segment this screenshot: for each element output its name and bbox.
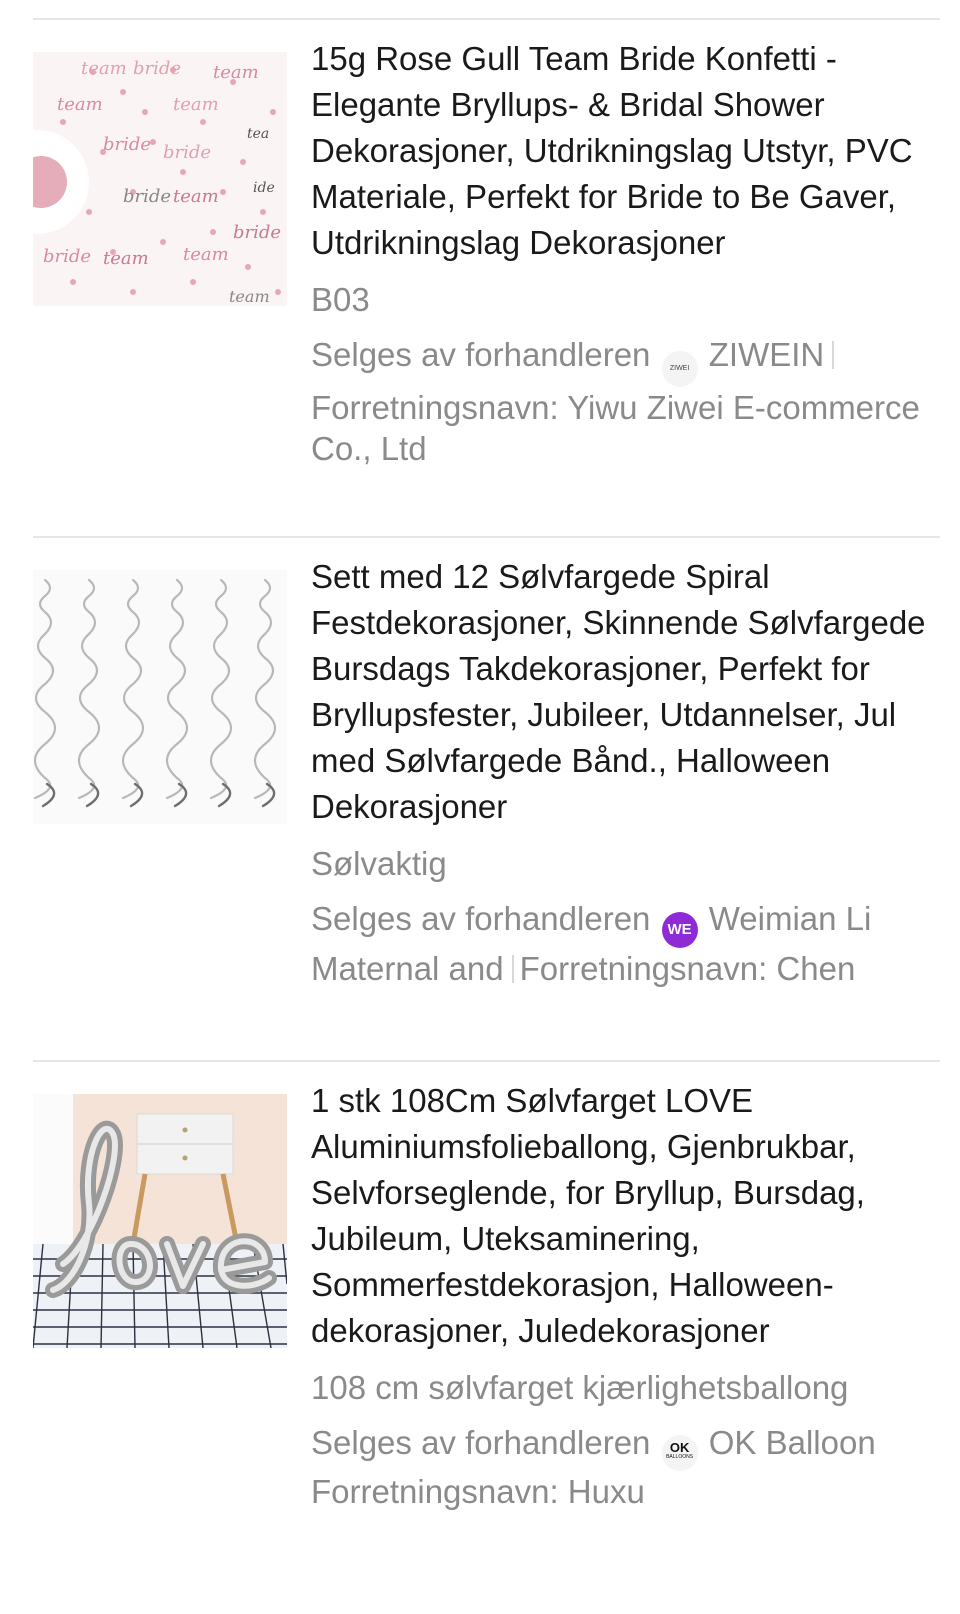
divider — [33, 536, 940, 538]
product-info: 1 stk 108Cm Sølvfarget LOVE Aluminiumsfo… — [311, 1078, 960, 1512]
confetti-image[interactable]: team bride team team team bride bride te… — [33, 52, 287, 306]
seller-logo-subtext: BALLOONS — [666, 1454, 694, 1460]
list-item[interactable]: Sett med 12 Sølvfargede Spiral Festdekor… — [0, 558, 960, 1090]
product-info: 15g Rose Gull Team Bride Konfetti - Eleg… — [311, 36, 960, 469]
svg-text:team: team — [173, 186, 219, 207]
business-name-cont: Co., Ltd — [311, 430, 427, 467]
svg-text:bride: bride — [133, 58, 181, 79]
product-list: team bride team team team bride bride te… — [0, 0, 960, 1602]
svg-text:bride: bride — [103, 134, 151, 155]
separator — [832, 341, 835, 369]
seller-prefix: Selges av forhandleren — [311, 336, 651, 373]
svg-text:bride: bride — [123, 186, 171, 207]
svg-text:team: team — [183, 244, 229, 265]
seller-name[interactable]: OK Balloon — [709, 1424, 876, 1461]
seller-logo-icon: WE — [661, 912, 698, 948]
product-title[interactable]: 1 stk 108Cm Sølvfarget LOVE Aluminiumsfo… — [311, 1078, 960, 1354]
svg-text:team: team — [81, 58, 127, 79]
seller-logo-icon: OK BALLOONS — [661, 1435, 698, 1471]
seller-prefix: Selges av forhandleren — [311, 1424, 651, 1461]
seller-logo-text: OK — [669, 1440, 690, 1455]
business-name: Forretningsnavn: Chen — [519, 950, 856, 987]
seller-info: Selges av forhandleren ZIWEI ZIWEIN Forr… — [311, 334, 960, 469]
seller-info: Selges av forhandleren OK BALLOONS OK Bal… — [311, 1422, 960, 1512]
svg-text:team: team — [229, 287, 270, 306]
product-info: Sett med 12 Sølvfargede Spiral Festdekor… — [311, 554, 960, 989]
divider — [33, 18, 940, 20]
seller-name-cont: Maternal and — [311, 950, 504, 987]
separator — [511, 955, 514, 983]
svg-text:bride: bride — [43, 246, 91, 267]
product-title[interactable]: 15g Rose Gull Team Bride Konfetti - Eleg… — [311, 36, 960, 266]
product-variant: B03 — [311, 281, 370, 318]
product-variant: Sølvaktig — [311, 845, 447, 882]
svg-text:team: team — [57, 94, 103, 115]
seller-prefix: Selges av forhandleren — [311, 900, 651, 937]
svg-text:bride: bride — [233, 222, 281, 243]
product-title[interactable]: Sett med 12 Sølvfargede Spiral Festdekor… — [311, 554, 960, 830]
spiral-image[interactable] — [33, 570, 287, 824]
list-item[interactable]: team bride team team team bride bride te… — [0, 40, 960, 572]
business-name: Forretningsnavn: Huxu — [311, 1473, 645, 1510]
svg-text:team: team — [103, 248, 149, 269]
seller-info: Selges av forhandleren WE Weimian Li Mat… — [311, 898, 960, 989]
love-balloon-image[interactable] — [33, 1094, 287, 1348]
seller-name[interactable]: ZIWEIN — [709, 336, 824, 373]
seller-logo-icon: ZIWEI — [661, 351, 698, 387]
svg-text:ide: ide — [253, 180, 275, 196]
svg-text:bride: bride — [163, 142, 211, 163]
product-variant: 108 cm sølvfarget kjærlighetsballong — [311, 1369, 849, 1406]
list-item[interactable]: 1 stk 108Cm Sølvfarget LOVE Aluminiumsfo… — [0, 1082, 960, 1614]
svg-text:tea: tea — [247, 126, 269, 142]
business-name: Forretningsnavn: Yiwu Ziwei E-commerce — [311, 389, 920, 426]
divider — [33, 1060, 940, 1062]
svg-text:team: team — [173, 94, 219, 115]
svg-text:team: team — [213, 62, 259, 83]
seller-name[interactable]: Weimian Li — [709, 900, 872, 937]
